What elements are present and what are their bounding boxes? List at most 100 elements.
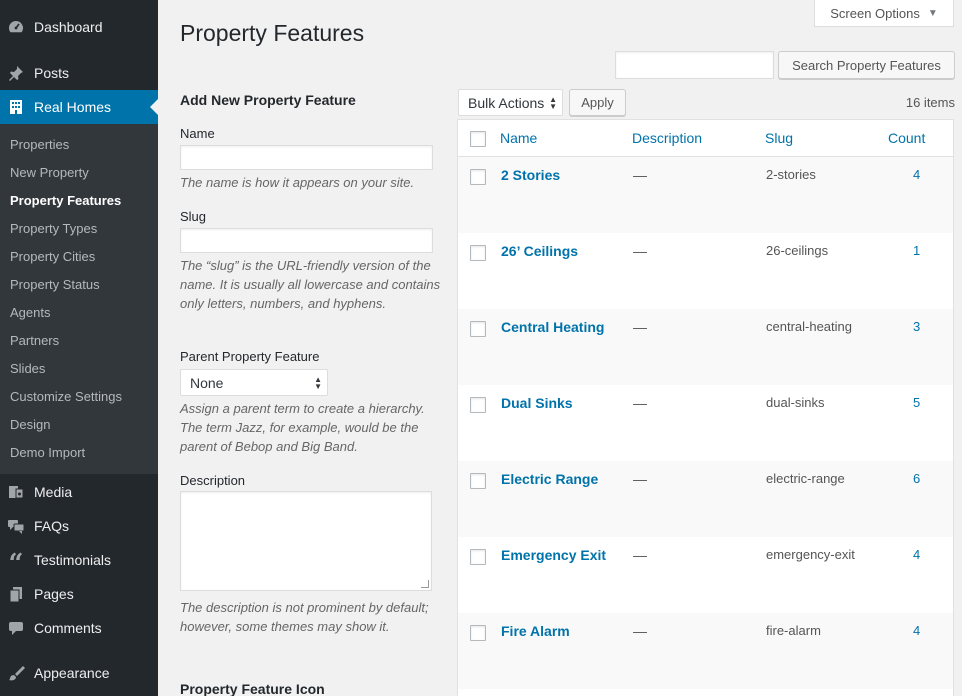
building-icon: [7, 98, 25, 116]
slug-help: The “slug” is the URL-friendly version o…: [180, 258, 441, 311]
submenu-item-partners[interactable]: Partners: [10, 331, 59, 351]
resize-grip-icon[interactable]: [421, 580, 429, 588]
term-slug: dual-sinks: [766, 395, 825, 410]
menu-label-media: Media: [34, 484, 73, 500]
parent-help: Assign a parent term to create a hierarc…: [180, 401, 425, 454]
row-checkbox[interactable]: [470, 549, 486, 565]
row-checkbox[interactable]: [470, 321, 486, 337]
term-slug: electric-range: [766, 471, 845, 486]
submenu-item-design[interactable]: Design: [10, 415, 50, 435]
search-button[interactable]: Search Property Features: [778, 51, 955, 79]
term-name-link[interactable]: 2 Stories: [501, 167, 560, 183]
row-checkbox[interactable]: [470, 169, 486, 185]
term-slug: 26-ceilings: [766, 243, 829, 258]
menu-label-appearance: Appearance: [34, 665, 110, 681]
term-name-link[interactable]: Central Heating: [501, 319, 604, 335]
submenu-item-property-cities[interactable]: Property Cities: [10, 247, 95, 267]
term-description: —: [633, 471, 647, 487]
screen-options-button[interactable]: Screen Options ▼: [814, 0, 954, 27]
menu-item-pages[interactable]: Pages: [0, 577, 158, 611]
menu-item-faqs[interactable]: FAQs: [0, 509, 158, 543]
submenu-item-agents[interactable]: Agents: [10, 303, 50, 323]
term-name-link[interactable]: Emergency Exit: [501, 547, 606, 563]
column-header-slug[interactable]: Slug: [765, 130, 793, 146]
apply-button[interactable]: Apply: [569, 89, 626, 116]
menu-item-testimonials[interactable]: “ Testimonials: [0, 543, 158, 577]
term-count-link[interactable]: 5: [913, 395, 920, 410]
table-row: Fire Alarm — fire-alarm 4: [458, 613, 953, 689]
column-header-count[interactable]: Count: [888, 130, 925, 146]
term-description: —: [633, 547, 647, 563]
menu-item-dashboard[interactable]: Dashboard: [0, 10, 158, 44]
menu-item-media[interactable]: Media: [0, 475, 158, 509]
real-homes-submenu: Properties New Property Property Feature…: [0, 124, 158, 474]
term-description: —: [633, 623, 647, 639]
name-field[interactable]: [180, 145, 433, 170]
select-all-checkbox[interactable]: [470, 131, 486, 147]
menu-label-testimonials: Testimonials: [34, 552, 112, 568]
term-description: —: [633, 319, 647, 335]
term-slug: 2-stories: [766, 167, 816, 182]
bulk-actions-select[interactable]: Bulk Actions ▲ ▼: [458, 89, 563, 116]
table-row: Electric Range — electric-range 6: [458, 461, 953, 537]
menu-item-posts[interactable]: Posts: [0, 56, 158, 90]
parent-label: Parent Property Feature: [180, 349, 320, 364]
description-help: The description is not prominent by defa…: [180, 600, 429, 634]
term-description: —: [633, 395, 647, 411]
screen-options-label: Screen Options: [830, 5, 920, 21]
term-count-link[interactable]: 6: [913, 471, 920, 486]
submenu-item-property-features[interactable]: Property Features: [10, 191, 121, 211]
term-slug: central-heating: [766, 319, 852, 334]
term-count-link[interactable]: 3: [913, 319, 920, 334]
term-count-link[interactable]: 4: [913, 623, 920, 638]
submenu-item-property-types[interactable]: Property Types: [10, 219, 97, 239]
term-slug: emergency-exit: [766, 547, 855, 562]
parent-select[interactable]: None ▲ ▼: [180, 369, 328, 396]
caret-down-icon: ▼: [927, 7, 938, 19]
description-textarea[interactable]: [180, 491, 432, 591]
slug-field[interactable]: [180, 228, 433, 253]
submenu-item-slides[interactable]: Slides: [10, 359, 45, 379]
term-name-link[interactable]: Fire Alarm: [501, 623, 570, 639]
submenu-item-new-property[interactable]: New Property: [10, 163, 89, 183]
term-name-link[interactable]: 26’ Ceilings: [501, 243, 578, 259]
quote-icon: “: [8, 549, 24, 579]
chat-bubbles-icon: [7, 517, 25, 535]
icon-heading: Property Feature Icon: [180, 681, 325, 696]
row-checkbox[interactable]: [470, 245, 486, 261]
term-count-link[interactable]: 4: [913, 547, 920, 562]
submenu-item-property-status[interactable]: Property Status: [10, 275, 100, 295]
paintbrush-icon: [7, 664, 25, 682]
table-row: 2 Stories — 2-stories 4: [458, 157, 953, 233]
menu-item-appearance[interactable]: Appearance: [0, 656, 158, 690]
items-count: 16 items: [905, 95, 955, 110]
description-label: Description: [180, 473, 246, 488]
page-title: Property Features: [180, 20, 365, 46]
menu-label-dashboard: Dashboard: [34, 19, 103, 35]
menu-label-comments: Comments: [34, 620, 102, 636]
row-checkbox[interactable]: [470, 397, 486, 413]
row-checkbox[interactable]: [470, 473, 486, 489]
pushpin-icon: [7, 64, 25, 82]
menu-label-posts: Posts: [34, 65, 70, 81]
submenu-item-properties[interactable]: Properties: [10, 135, 69, 155]
table-row: Emergency Exit — emergency-exit 4: [458, 537, 953, 613]
term-slug: fire-alarm: [766, 623, 821, 638]
row-checkbox[interactable]: [470, 625, 486, 641]
term-description: —: [633, 243, 647, 259]
column-header-name[interactable]: Name: [500, 130, 537, 146]
search-input[interactable]: [615, 51, 774, 79]
parent-select-value: None: [190, 374, 224, 391]
term-count-link[interactable]: 4: [913, 167, 920, 182]
up-down-arrows-icon: ▲ ▼: [549, 95, 557, 111]
menu-item-comments[interactable]: Comments: [0, 611, 158, 645]
name-help: The name is how it appears on your site.: [180, 175, 415, 190]
term-name-link[interactable]: Dual Sinks: [501, 395, 573, 411]
submenu-item-demo-import[interactable]: Demo Import: [10, 443, 85, 463]
menu-item-real-homes[interactable]: Real Homes: [0, 90, 158, 124]
submenu-item-customize-settings[interactable]: Customize Settings: [10, 387, 122, 407]
column-header-description[interactable]: Description: [632, 130, 702, 146]
menu-label-pages: Pages: [34, 586, 74, 602]
term-count-link[interactable]: 1: [913, 243, 920, 258]
term-name-link[interactable]: Electric Range: [501, 471, 598, 487]
